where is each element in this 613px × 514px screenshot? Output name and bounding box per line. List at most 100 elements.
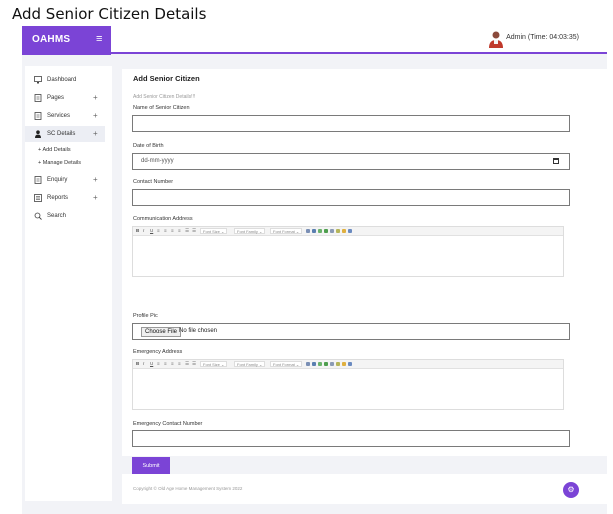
table-icon[interactable] xyxy=(318,229,322,233)
hamburger-icon[interactable]: ≡ xyxy=(96,33,102,45)
admin-time-label[interactable]: Admin (Time: 04:03:35) xyxy=(506,34,579,41)
italic-button[interactable]: I xyxy=(143,228,144,233)
copyright-text: Copyright © Old Age Home Management Syst… xyxy=(133,486,243,491)
preview-icon[interactable] xyxy=(348,229,352,233)
emoji-icon[interactable] xyxy=(342,229,346,233)
footer: Copyright © Old Age Home Management Syst… xyxy=(122,474,607,504)
bullet-list-icon[interactable]: ☰ xyxy=(185,361,189,367)
link-icon[interactable] xyxy=(312,362,316,366)
address-editor[interactable]: B I U ≡ ≡ ≡ ≡ ☰ ☰ Font Size ⌄ Font Famil… xyxy=(132,226,564,277)
sidebar-item-dashboard[interactable]: Dashboard xyxy=(25,72,105,88)
preview-icon[interactable] xyxy=(348,362,352,366)
document-icon xyxy=(34,94,42,102)
expand-icon[interactable]: + xyxy=(93,129,98,138)
name-input[interactable] xyxy=(132,115,570,132)
brand-name[interactable]: OAHMS xyxy=(32,34,70,45)
editor-toolbar: B I U ≡ ≡ ≡ ≡ ☰ ☰ Font Size ⌄ Font Famil… xyxy=(133,360,563,369)
bullet-list-icon[interactable]: ☰ xyxy=(185,228,189,234)
font-family-label: Font Family xyxy=(237,362,258,367)
sidebar-subitem-manage-details[interactable]: + Manage Details xyxy=(38,160,81,166)
align-left-icon[interactable]: ≡ xyxy=(157,228,160,233)
sidebar-item-label: Pages xyxy=(47,95,65,101)
user-avatar-icon[interactable] xyxy=(488,30,504,48)
sidebar-item-label: Dashboard xyxy=(47,77,77,83)
sidebar-item-label: Services xyxy=(47,113,71,119)
link-icon[interactable] xyxy=(312,229,316,233)
image-icon[interactable] xyxy=(306,362,310,366)
unlink-icon[interactable] xyxy=(330,362,334,366)
document-icon xyxy=(34,112,42,120)
sidebar-item-reports[interactable]: Reports + xyxy=(25,190,105,206)
source-icon[interactable] xyxy=(336,362,340,366)
align-center-icon[interactable]: ≡ xyxy=(164,228,167,233)
font-format-label: Font Format xyxy=(273,362,295,367)
expand-icon[interactable]: + xyxy=(93,193,98,202)
sidebar-item-enquiry[interactable]: Enquiry + xyxy=(25,172,105,188)
profile-pic-input[interactable]: Choose File No file chosen xyxy=(132,323,570,340)
number-list-icon[interactable]: ☰ xyxy=(192,361,196,367)
align-justify-icon[interactable]: ≡ xyxy=(178,361,181,366)
contact-label: Contact Number xyxy=(133,179,174,185)
dob-placeholder: dd-mm-yyyy xyxy=(141,158,174,164)
image-icon[interactable] xyxy=(306,229,310,233)
align-right-icon[interactable]: ≡ xyxy=(171,361,174,366)
sidebar-item-label: Enquiry xyxy=(47,177,68,183)
underline-button[interactable]: U xyxy=(150,361,153,366)
emoji-icon[interactable] xyxy=(342,362,346,366)
font-family-select[interactable]: Font Family ⌄ xyxy=(234,228,266,234)
font-format-select[interactable]: Font Format ⌄ xyxy=(270,228,303,234)
dob-input[interactable]: dd-mm-yyyy xyxy=(132,153,570,170)
bold-button[interactable]: B xyxy=(136,228,139,233)
document-icon xyxy=(34,176,42,184)
sidebar-item-services[interactable]: Services + xyxy=(25,108,105,124)
font-family-select[interactable]: Font Family ⌄ xyxy=(234,361,266,367)
italic-button[interactable]: I xyxy=(143,361,144,366)
table-icon[interactable] xyxy=(318,362,322,366)
sidebar-subitem-add-details[interactable]: + Add Details xyxy=(38,147,71,153)
source-icon[interactable] xyxy=(336,229,340,233)
sidebar-item-pages[interactable]: Pages + xyxy=(25,90,105,106)
submit-button[interactable]: Submit xyxy=(132,457,170,474)
emergency-contact-input[interactable] xyxy=(132,430,570,447)
font-size-label: Font Size xyxy=(203,362,220,367)
unlink-icon[interactable] xyxy=(330,229,334,233)
bullet-icon: + xyxy=(38,147,42,153)
choose-file-button[interactable]: Choose File xyxy=(141,327,182,337)
expand-icon[interactable]: + xyxy=(93,111,98,120)
sidebar-subitem-label: Add Details xyxy=(42,147,71,153)
align-justify-icon[interactable]: ≡ xyxy=(178,228,181,233)
insert-icon[interactable] xyxy=(324,362,328,366)
expand-icon[interactable]: + xyxy=(93,93,98,102)
bold-button[interactable]: B xyxy=(136,361,139,366)
sidebar-item-search[interactable]: Search xyxy=(25,208,105,224)
align-left-icon[interactable]: ≡ xyxy=(157,361,160,366)
form-subtitle: Add Senior Citizen Details!!! xyxy=(133,94,196,100)
insert-icon[interactable] xyxy=(324,229,328,233)
address-label: Communication Address xyxy=(133,216,193,222)
font-size-select[interactable]: Font Size ⌄ xyxy=(200,228,228,234)
calendar-icon[interactable] xyxy=(553,158,559,164)
font-size-label: Font Size xyxy=(203,229,220,234)
monitor-icon xyxy=(34,76,42,84)
number-list-icon[interactable]: ☰ xyxy=(192,228,196,234)
dob-label: Date of Birth xyxy=(133,143,164,149)
emergency-address-label: Emergency Address xyxy=(133,349,183,355)
bullet-icon: + xyxy=(38,160,42,166)
align-right-icon[interactable]: ≡ xyxy=(171,228,174,233)
sidebar-item-label: Search xyxy=(47,213,67,219)
app-frame: OAHMS ≡ Admin (Time: 04:03:35) Dashboard… xyxy=(22,26,607,514)
brand-block: OAHMS ≡ xyxy=(22,26,111,55)
font-format-select[interactable]: Font Format ⌄ xyxy=(270,361,303,367)
editor-toolbar: B I U ≡ ≡ ≡ ≡ ☰ ☰ Font Size ⌄ Font Famil… xyxy=(133,227,563,236)
emergency-address-editor[interactable]: B I U ≡ ≡ ≡ ≡ ☰ ☰ Font Size ⌄ Font Famil… xyxy=(132,359,564,410)
contact-input[interactable] xyxy=(132,189,570,206)
gear-icon[interactable]: ⚙ xyxy=(563,482,579,498)
underline-button[interactable]: U xyxy=(150,228,153,233)
emergency-contact-label: Emergency Contact Number xyxy=(133,421,203,427)
expand-icon[interactable]: + xyxy=(93,175,98,184)
sidebar-item-sc-details[interactable]: SC Details + xyxy=(25,126,105,142)
top-bar: OAHMS ≡ Admin (Time: 04:03:35) xyxy=(22,26,607,55)
sidebar-item-label: SC Details xyxy=(47,131,76,137)
align-center-icon[interactable]: ≡ xyxy=(164,361,167,366)
font-size-select[interactable]: Font Size ⌄ xyxy=(200,361,228,367)
